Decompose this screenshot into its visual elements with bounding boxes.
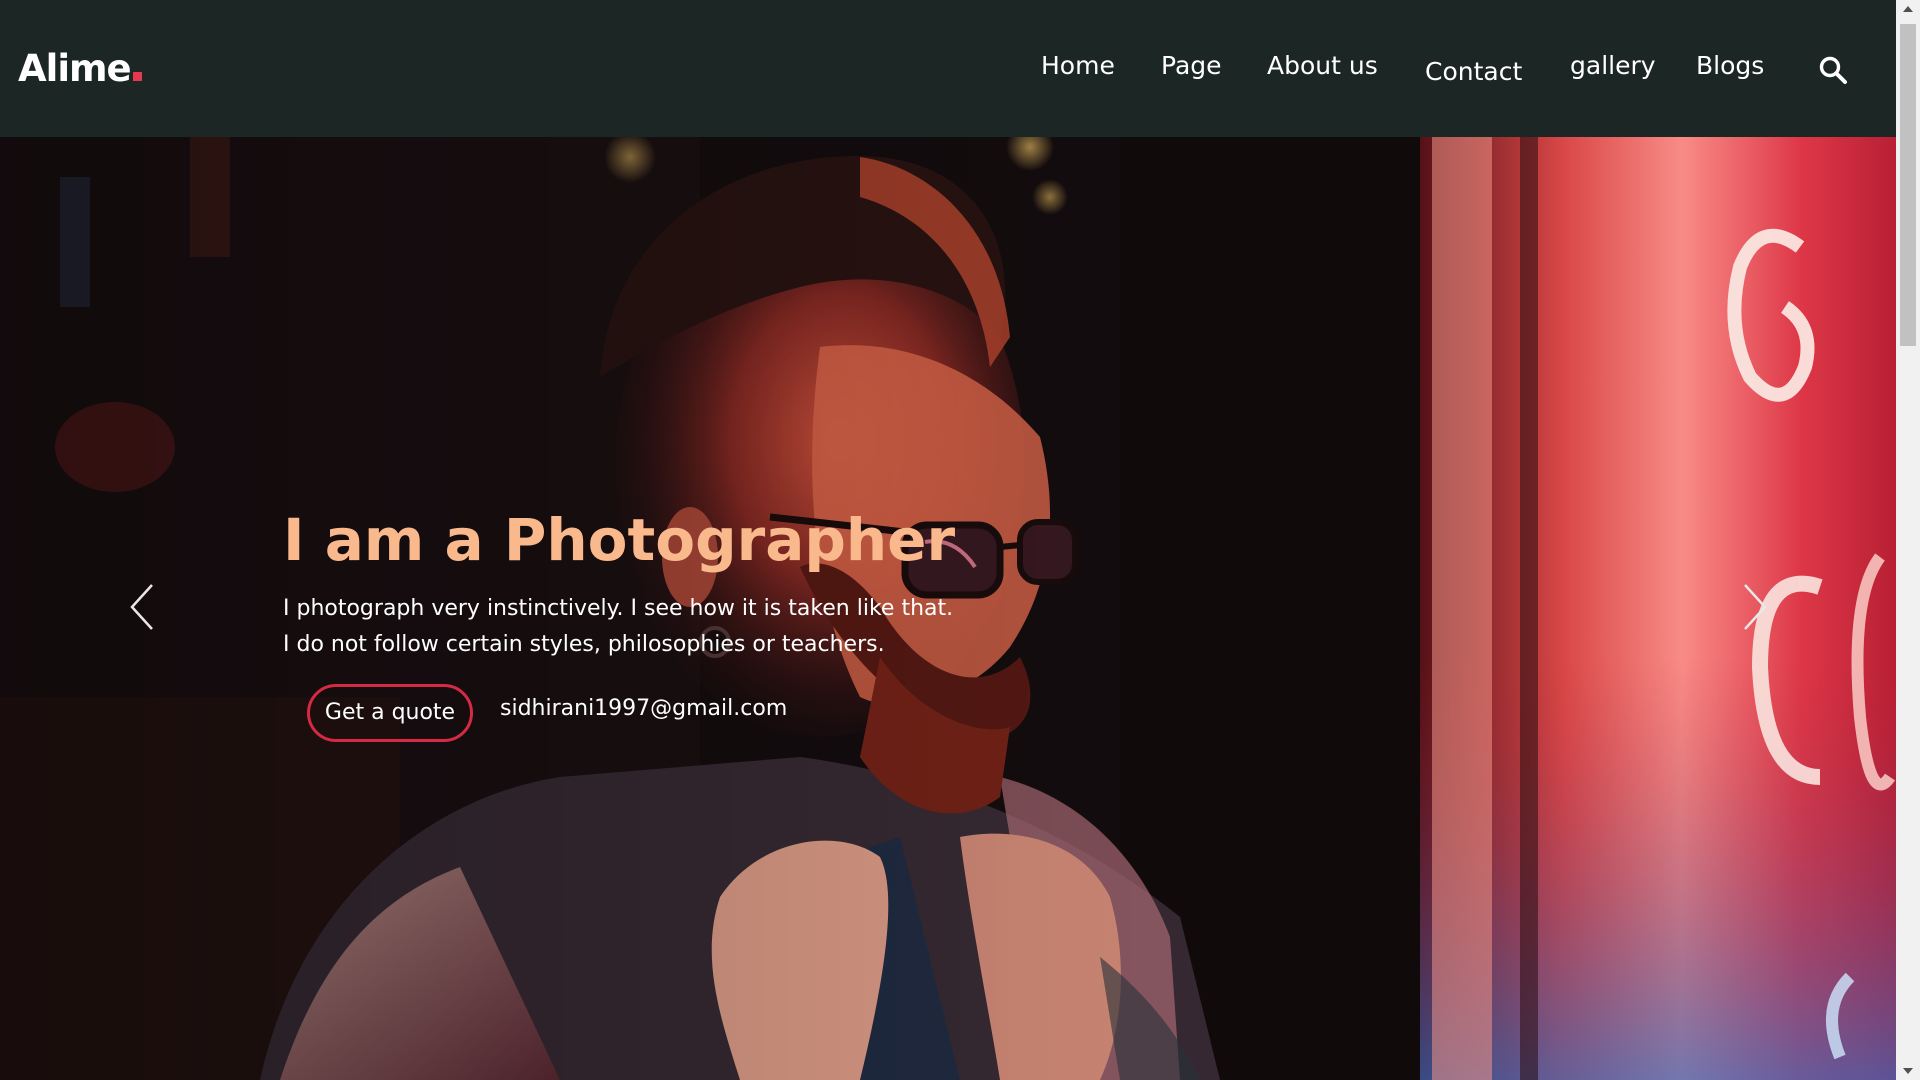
scroll-down-button[interactable] <box>1896 1060 1920 1080</box>
scroll-up-arrow-icon <box>1903 6 1913 12</box>
page: Alime Home Page About us Contact gallery… <box>0 0 1920 1080</box>
search-icon <box>1819 56 1847 84</box>
vertical-scrollbar[interactable] <box>1896 0 1920 1080</box>
logo-dot <box>132 72 142 81</box>
nav-about-us[interactable]: About us <box>1267 53 1378 78</box>
chevron-left-icon <box>130 584 153 630</box>
nav-blogs[interactable]: Blogs <box>1696 53 1764 78</box>
site-header: Alime Home Page About us Contact gallery… <box>0 0 1896 137</box>
search-button[interactable] <box>1818 55 1848 85</box>
nav-gallery[interactable]: gallery <box>1570 53 1656 78</box>
chevron-right-icon <box>1744 584 1767 630</box>
scroll-thumb[interactable] <box>1900 24 1916 346</box>
scroll-down-arrow-icon <box>1903 1068 1913 1074</box>
slider-prev-button[interactable] <box>122 577 162 637</box>
nav-home[interactable]: Home <box>1041 53 1115 78</box>
nav-contact[interactable]: Contact <box>1425 59 1522 84</box>
get-a-quote-button[interactable]: Get a quote <box>307 684 473 742</box>
logo-text: Alime <box>18 47 132 90</box>
slider-next-button[interactable] <box>1735 577 1775 637</box>
hero-title: I am a Photographer <box>283 506 956 574</box>
contact-email-link[interactable]: sidhirani1997@gmail.com <box>500 698 787 720</box>
site-logo[interactable]: Alime <box>18 50 142 87</box>
nav-page[interactable]: Page <box>1161 53 1222 78</box>
hero-description: I photograph very instinctively. I see h… <box>283 596 954 657</box>
scroll-up-button[interactable] <box>1896 0 1920 20</box>
